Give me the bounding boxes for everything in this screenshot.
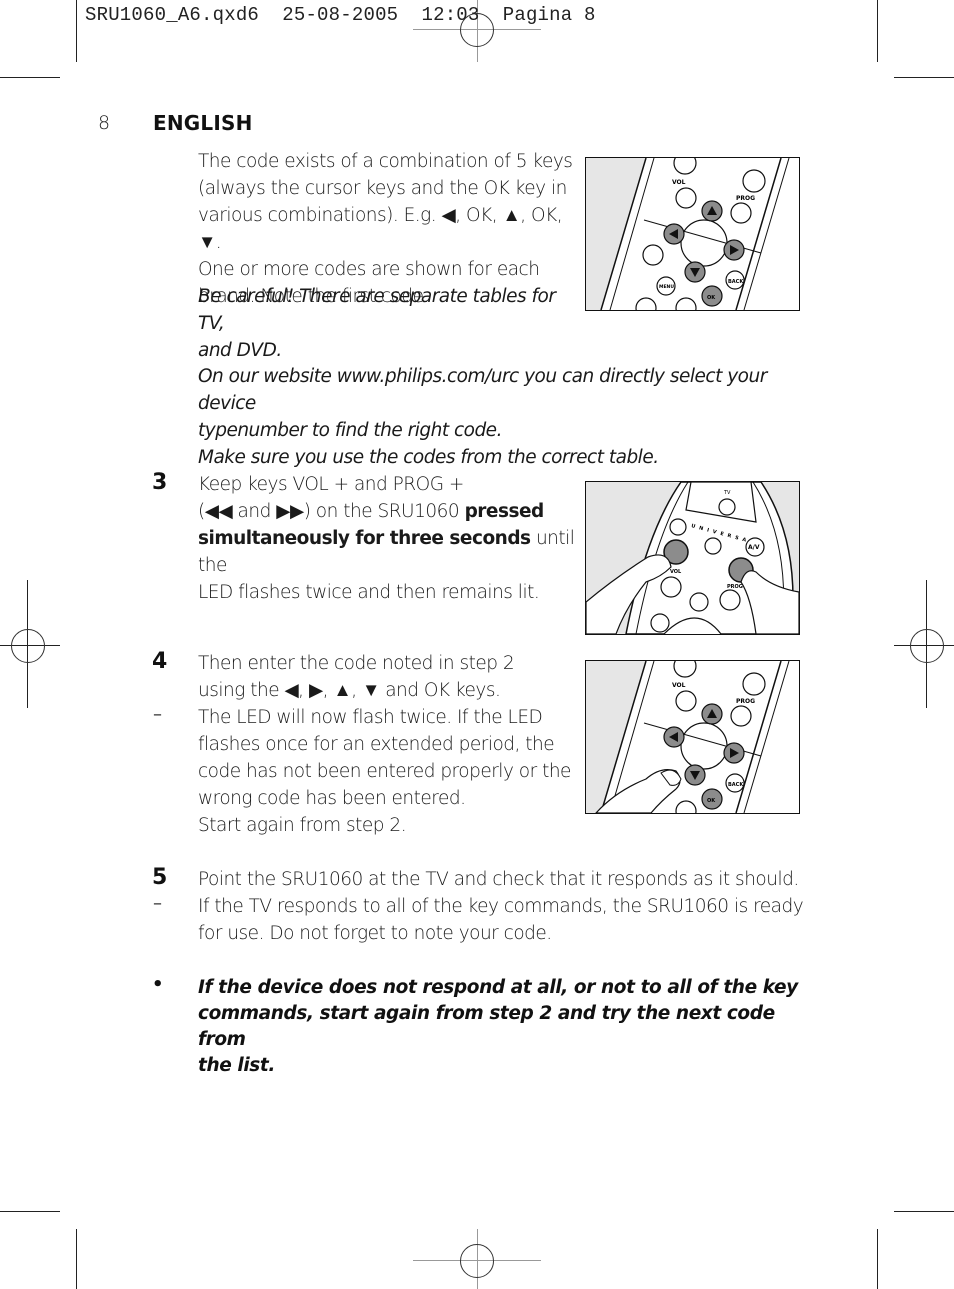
page-number: 8 [98, 112, 111, 134]
step-3-line: LED flashes twice and then remains lit. [198, 582, 540, 603]
label-av: A/V [748, 544, 760, 551]
step-3-line: Keep keys VOL + and PROG + [198, 474, 464, 495]
step-4-subline: The LED will now flash twice. If the LED [198, 707, 543, 728]
step-3-text-part: (◀◀ and ▶▶) on the SRU1060 [198, 501, 465, 522]
intro-line: (always the cursor keys and the OK key i… [198, 178, 567, 199]
intro-line: One or more codes are shown for each [198, 259, 540, 280]
step-4-line: using the ◀, ▶, ▲, ▼ and OK keys. [198, 680, 501, 701]
step-5-text: Point the SRU1060 at the TV and check th… [198, 866, 818, 893]
step-number-4: 4 [152, 649, 168, 674]
retry-note-line: commands, start again from step 2 and tr… [198, 1003, 775, 1050]
step-4-dash: – [153, 704, 162, 725]
illustration-remote-vol-prog-pressed: TV UNIVERSAL A/V VOL PROG [585, 481, 800, 635]
crop-mark-top-right-vertical [877, 0, 878, 62]
label-vol: VOL [672, 179, 686, 186]
step-5-dash: – [153, 893, 162, 914]
crop-mark-top-left-vertical [76, 0, 77, 62]
label-back: BACK [728, 279, 744, 285]
crop-mark-bottom-left-horizontal [0, 1211, 60, 1212]
label-vol: VOL [672, 682, 686, 689]
website-line: Make sure you use the codes from the cor… [198, 447, 659, 468]
step-3-emphasis: pressed [464, 501, 545, 522]
label-prog: PROG [736, 698, 755, 705]
label-ok: OK [707, 295, 716, 301]
caution-line: Be careful! There are separate tables fo… [198, 286, 556, 334]
step-number-5: 5 [152, 865, 168, 890]
website-line: On our website www.philips.com/urc you c… [198, 366, 767, 414]
crop-mark-top-right-horizontal [894, 77, 954, 78]
website-note: On our website www.philips.com/urc you c… [198, 363, 818, 471]
step-3-emphasis: simultaneously for three seconds [198, 528, 531, 549]
slug-date: 25-08-2005 [282, 4, 399, 26]
slug-time: 12:03 [421, 4, 480, 26]
step-5-line: Point the SRU1060 at the TV and check th… [198, 869, 799, 890]
crop-mark-bottom-right-vertical [877, 1229, 878, 1289]
step-5-subline: for use. Do not forget to note your code… [198, 923, 552, 944]
crop-mark-bottom-left-vertical [76, 1229, 77, 1289]
step-4-subline: wrong code has been entered. [198, 788, 466, 809]
crop-mark-top-left-horizontal [0, 77, 60, 78]
step-4-subline: flashes once for an extended period, the [198, 734, 555, 755]
illustration-remote-cursor-keys: VOL PROG BACK OK MENU [585, 157, 800, 311]
caution-line: and DVD. [198, 340, 282, 361]
retry-note-line: If the device does not respond at all, o… [198, 977, 798, 998]
label-prog: PROG [736, 195, 755, 202]
website-line: typenumber to find the right code. [198, 420, 502, 441]
intro-line: various combinations). E.g. ◀, OK, ▲, OK… [198, 205, 563, 253]
step-4-subtext: The LED will now flash twice. If the LED… [198, 704, 583, 839]
section-title: ENGLISH [153, 111, 253, 135]
step-3-text: Keep keys VOL + and PROG + (◀◀ and ▶▶) o… [198, 471, 583, 606]
label-vol: VOL [670, 569, 682, 575]
step-4-text: Then enter the code noted in step 2 usin… [198, 650, 583, 704]
crop-mark-bottom-right-horizontal [894, 1211, 954, 1212]
retry-note-line: the list. [198, 1055, 275, 1076]
step-3-line: (◀◀ and ▶▶) on the SRU1060 pressed [198, 498, 583, 525]
step-number-3: 3 [152, 470, 168, 495]
print-slug: SRU1060_A6.qxd6 25-08-2005 12:03 Pagina … [85, 4, 596, 26]
label-tv: TV [723, 490, 731, 496]
step-4-subline: Start again from step 2. [198, 815, 407, 836]
intro-line: The code exists of a combination of 5 ke… [198, 151, 573, 172]
retry-note: If the device does not respond at all, o… [198, 975, 808, 1079]
illustration-remote-enter-code: VOL PROG BACK OK [585, 660, 800, 814]
label-menu: MENU [659, 284, 674, 290]
step-5-subtext: If the TV responds to all of the key com… [198, 893, 818, 947]
label-ok: OK [707, 798, 716, 804]
note-bullet: • [152, 974, 164, 995]
step-4-line: Then enter the code noted in step 2 [198, 653, 515, 674]
slug-page: Pagina 8 [502, 4, 596, 26]
step-5-subline: If the TV responds to all of the key com… [198, 896, 804, 917]
label-back: BACK [728, 782, 744, 788]
caution-note: Be careful! There are separate tables fo… [198, 283, 578, 364]
step-3-line: simultaneously for three seconds until t… [198, 525, 583, 579]
slug-file: SRU1060_A6.qxd6 [85, 4, 260, 26]
label-prog: PROG [727, 584, 743, 590]
step-4-subline: code has not been entered properly or th… [198, 761, 571, 782]
